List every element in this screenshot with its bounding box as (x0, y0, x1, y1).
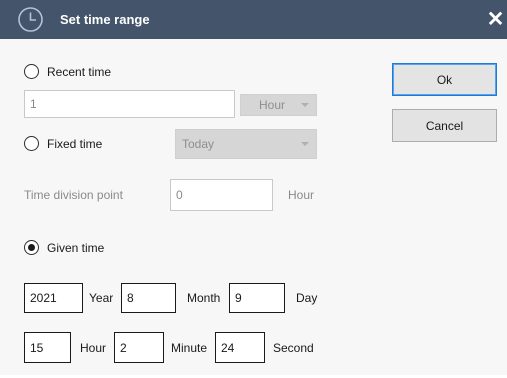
day-label: Day (296, 291, 318, 305)
month-label: Month (187, 291, 221, 305)
recent-time-value-input[interactable]: 1 (24, 90, 235, 118)
time-division-label: Time division point (24, 188, 123, 202)
fixed-time-value: Today (182, 137, 215, 151)
clock-icon (18, 7, 43, 32)
fixed-time-label: Fixed time (47, 136, 103, 151)
year-input[interactable]: 2021 (24, 283, 83, 313)
fixed-time-radio-circle (24, 136, 39, 151)
given-time-label: Given time (47, 240, 105, 255)
recent-time-radio-circle (24, 64, 39, 79)
month-input[interactable]: 8 (121, 283, 176, 313)
recent-time-unit-select[interactable]: Hour (240, 94, 317, 116)
time-division-input[interactable]: 0 (170, 179, 273, 211)
fixed-time-radio[interactable]: Fixed time (24, 136, 102, 151)
close-button[interactable]: ✕ (486, 8, 505, 31)
chevron-down-icon (301, 103, 309, 107)
hour-label: Hour (80, 341, 107, 355)
recent-time-label: Recent time (47, 64, 112, 79)
hour-input[interactable]: 15 (24, 332, 71, 363)
cancel-button[interactable]: Cancel (392, 109, 497, 142)
fixed-time-select[interactable]: Today (175, 129, 317, 159)
second-input[interactable]: 24 (215, 332, 265, 363)
title-bar: Set time range ✕ (0, 0, 507, 39)
chevron-down-icon (301, 142, 309, 146)
set-time-range-dialog: Set time range ✕ Recent time 1 Hour Fixe… (0, 0, 507, 378)
year-label: Year (89, 291, 114, 305)
minute-label: Minute (171, 341, 208, 355)
given-time-radio[interactable]: Given time (24, 240, 104, 255)
second-label: Second (273, 341, 314, 355)
close-icon: ✕ (486, 8, 505, 31)
time-division-unit: Hour (288, 188, 315, 202)
recent-time-unit-value: Hour (259, 98, 286, 112)
given-time-radio-circle (24, 240, 39, 255)
minute-input[interactable]: 2 (114, 332, 164, 363)
day-input[interactable]: 9 (229, 283, 285, 313)
dialog-title: Set time range (60, 12, 150, 27)
ok-button[interactable]: Ok (392, 63, 497, 96)
recent-time-radio[interactable]: Recent time (24, 64, 111, 79)
